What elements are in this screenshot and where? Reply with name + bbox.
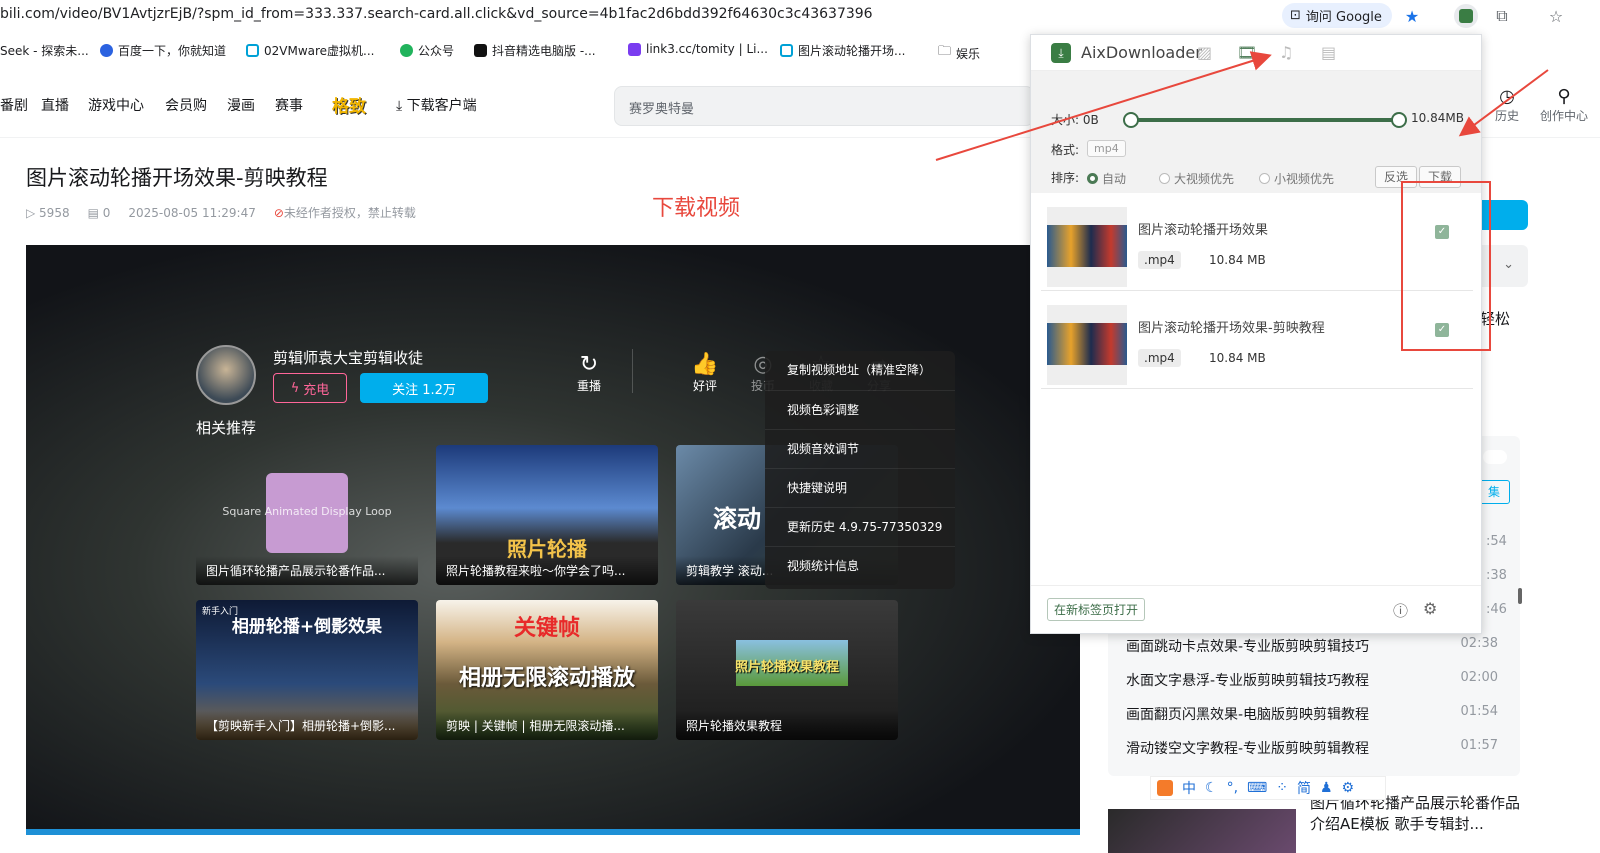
annotation-arrows	[935, 51, 1549, 161]
arrow-to-download-button	[1458, 69, 1549, 137]
arrow-to-video-tab	[935, 51, 1272, 161]
